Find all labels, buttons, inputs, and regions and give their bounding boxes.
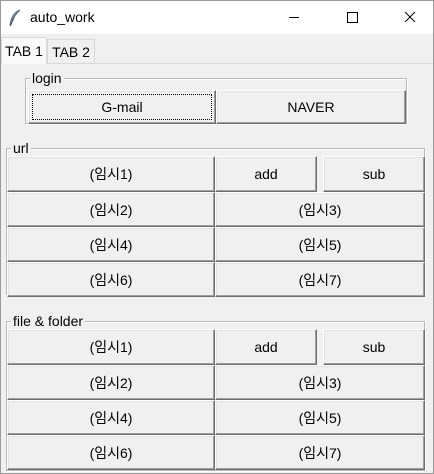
url-add-button[interactable]: add: [215, 156, 317, 192]
url-group-label: url: [11, 139, 31, 157]
close-button[interactable]: [387, 1, 433, 33]
url-temp4-button[interactable]: (임시4): [7, 227, 215, 262]
url-sub-button[interactable]: sub: [323, 156, 425, 192]
url-temp2-button[interactable]: (임시2): [7, 192, 215, 227]
window-title: auto_work: [30, 9, 95, 25]
file-temp2-button[interactable]: (임시2): [7, 365, 215, 400]
file-temp1-button[interactable]: (임시1): [7, 329, 215, 365]
minimize-button[interactable]: [271, 1, 317, 33]
app-window: auto_work TAB 1 TAB 2 login G-mail NAVER…: [0, 0, 434, 474]
file-add-button[interactable]: add: [215, 329, 317, 365]
url-temp5-button[interactable]: (임시5): [215, 227, 425, 262]
title-bar[interactable]: auto_work: [1, 1, 433, 34]
file-temp4-button[interactable]: (임시4): [7, 400, 215, 435]
url-temp1-button[interactable]: (임시1): [7, 156, 215, 192]
file-temp3-button[interactable]: (임시3): [215, 365, 425, 400]
url-temp3-button[interactable]: (임시3): [215, 192, 425, 227]
login-group-label: login: [30, 69, 64, 87]
minimize-icon: [289, 17, 299, 18]
maximize-icon: [347, 12, 358, 23]
maximize-button[interactable]: [329, 1, 375, 33]
close-icon: [404, 11, 416, 23]
feather-icon: [9, 9, 21, 27]
file-sub-button[interactable]: sub: [323, 329, 425, 365]
file-temp6-button[interactable]: (임시6): [7, 435, 215, 470]
url-temp7-button[interactable]: (임시7): [215, 262, 425, 297]
tab-2[interactable]: TAB 2: [47, 39, 95, 63]
file-folder-group-label: file & folder: [11, 312, 86, 330]
naver-button[interactable]: NAVER: [216, 90, 406, 124]
url-temp6-button[interactable]: (임시6): [7, 262, 215, 297]
gmail-button[interactable]: G-mail: [28, 90, 216, 124]
file-temp7-button[interactable]: (임시7): [215, 435, 425, 470]
file-temp5-button[interactable]: (임시5): [215, 400, 425, 435]
tab-strip-divider: [1, 63, 433, 64]
tab-1[interactable]: TAB 1: [1, 37, 47, 64]
